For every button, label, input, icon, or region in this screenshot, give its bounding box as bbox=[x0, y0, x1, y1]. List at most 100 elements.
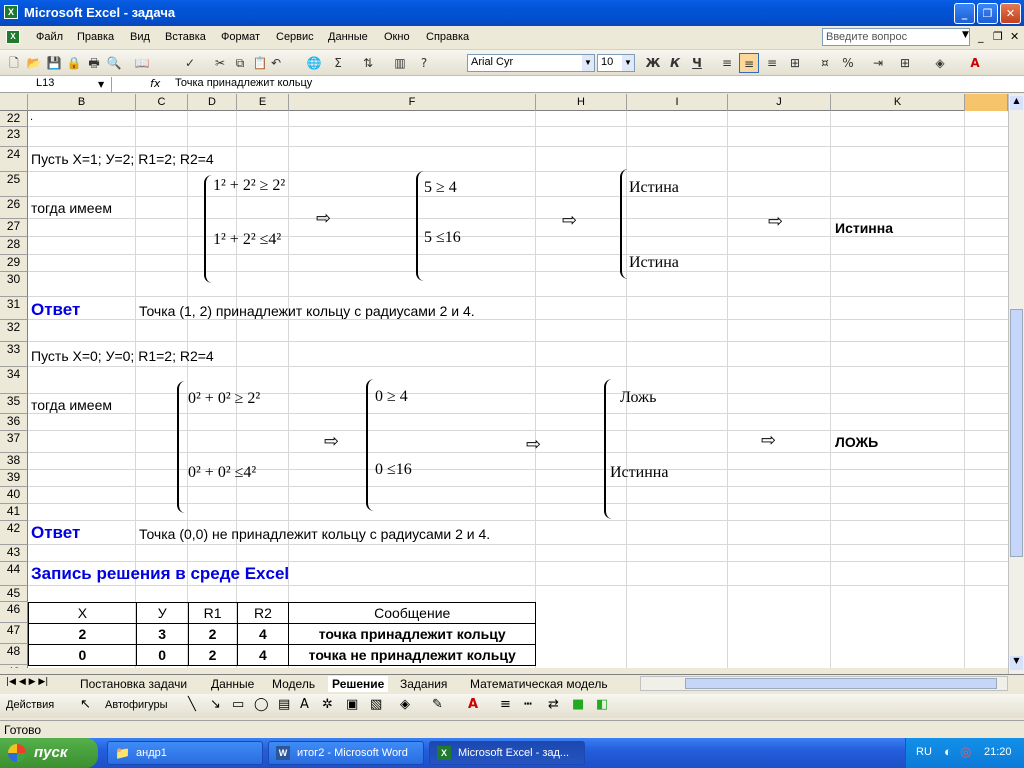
row-header[interactable]: 41 bbox=[0, 504, 28, 521]
task-word[interactable]: W итог2 - Microsoft Word bbox=[268, 741, 424, 765]
row-header[interactable]: 36 bbox=[0, 414, 28, 431]
ask-question-input[interactable]: Введите вопрос bbox=[822, 28, 970, 46]
font-size-combo[interactable]: 10 ▼ bbox=[597, 54, 635, 72]
row-header[interactable]: 32 bbox=[0, 320, 28, 342]
column-header[interactable]: F bbox=[289, 94, 536, 111]
line-color-icon[interactable]: ✎ bbox=[432, 697, 443, 712]
column-header[interactable]: H bbox=[536, 94, 627, 111]
column-header[interactable]: E bbox=[237, 94, 289, 111]
function-icon[interactable]: fx bbox=[150, 77, 160, 90]
table-header[interactable]: У bbox=[135, 602, 189, 624]
row-header[interactable]: 40 bbox=[0, 487, 28, 504]
table-cell[interactable]: точка принадлежит кольцу bbox=[288, 623, 536, 645]
fill-color-icon[interactable]: ◈ bbox=[930, 53, 950, 73]
percent-icon[interactable]: % bbox=[838, 53, 858, 73]
align-right-icon[interactable]: ≡ bbox=[762, 53, 782, 73]
help-icon[interactable]: ? bbox=[414, 53, 434, 73]
select-all-corner[interactable] bbox=[0, 94, 28, 111]
column-header[interactable]: K bbox=[831, 94, 965, 111]
horizontal-scrollbar[interactable] bbox=[640, 676, 1008, 691]
select-pointer-icon[interactable]: ↖ bbox=[80, 697, 91, 712]
print-icon[interactable]: 🖶 bbox=[84, 53, 104, 73]
table-cell[interactable]: 0 bbox=[135, 644, 189, 666]
line-icon[interactable]: ╲ bbox=[188, 697, 196, 712]
row-header[interactable]: 24 bbox=[0, 147, 28, 172]
clipart-icon[interactable]: ▣ bbox=[346, 697, 358, 712]
minimize-button[interactable]: _ bbox=[954, 3, 975, 24]
row-header[interactable]: 29 bbox=[0, 255, 28, 272]
column-header[interactable]: J bbox=[728, 94, 831, 111]
table-header[interactable]: X bbox=[28, 602, 137, 624]
fill-color-icon[interactable]: ◈ bbox=[400, 697, 410, 712]
row-header[interactable]: 33 bbox=[0, 342, 28, 367]
table-cell[interactable]: точка не принадлежит кольцу bbox=[288, 644, 536, 666]
spelling-icon[interactable]: ✓ bbox=[180, 53, 200, 73]
chart-wizard-icon[interactable]: ▥ bbox=[390, 53, 410, 73]
wordart-icon[interactable]: A bbox=[300, 697, 309, 712]
scroll-down-icon[interactable]: ▼ bbox=[1010, 656, 1023, 670]
permission-icon[interactable]: 🔒 bbox=[64, 53, 84, 73]
textbox-icon[interactable]: ▤ bbox=[278, 697, 290, 712]
research-icon[interactable]: 📖 bbox=[132, 53, 152, 73]
tab-solution[interactable]: Решение bbox=[328, 676, 389, 692]
tab-tasks[interactable]: Задания bbox=[396, 676, 451, 692]
row-header[interactable]: 49 bbox=[0, 665, 28, 668]
bold-icon[interactable]: Ж bbox=[643, 53, 663, 73]
merge-center-icon[interactable]: ⊞ bbox=[785, 53, 805, 73]
scroll-up-icon[interactable]: ▲ bbox=[1010, 96, 1023, 110]
row-header[interactable]: 45 bbox=[0, 586, 28, 602]
task-excel[interactable]: X Microsoft Excel - зад... bbox=[429, 741, 585, 765]
tab-problem[interactable]: Постановка задачи bbox=[76, 676, 191, 692]
row-header[interactable]: 28 bbox=[0, 237, 28, 255]
font-name-combo[interactable]: Arial Cyr ▼ bbox=[467, 54, 595, 72]
antivirus-icon[interactable]: ◎ bbox=[960, 744, 971, 760]
menu-file[interactable]: Файл bbox=[36, 31, 63, 43]
currency-icon[interactable]: ¤ bbox=[815, 53, 835, 73]
column-header[interactable]: D bbox=[188, 94, 237, 111]
arrow-icon[interactable]: ↘ bbox=[210, 697, 221, 712]
sort-icon[interactable]: ⇅ bbox=[358, 53, 378, 73]
open-icon[interactable]: 📂 bbox=[24, 53, 44, 73]
menu-help[interactable]: Справка bbox=[426, 31, 469, 43]
row-header[interactable]: 37 bbox=[0, 431, 28, 453]
row-header[interactable]: 30 bbox=[0, 272, 28, 297]
restore-button[interactable]: ❐ bbox=[977, 3, 998, 24]
tab-model[interactable]: Модель bbox=[268, 676, 319, 692]
hyperlink-icon[interactable]: 🌐 bbox=[304, 53, 324, 73]
column-header[interactable]: B bbox=[28, 94, 136, 111]
arrow-style-icon[interactable]: ⇄ bbox=[548, 697, 559, 712]
doc-restore-button[interactable]: ❐ bbox=[993, 30, 1003, 43]
row-header[interactable]: 31 bbox=[0, 297, 28, 320]
doc-minimize-button[interactable]: _ bbox=[978, 30, 984, 43]
workbook-icon[interactable]: X bbox=[6, 30, 20, 44]
menu-insert[interactable]: Вставка bbox=[165, 31, 206, 43]
shadow-icon[interactable]: ■ bbox=[572, 697, 584, 712]
align-center-icon[interactable]: ≡ bbox=[739, 53, 759, 73]
column-header-partial[interactable] bbox=[965, 94, 1008, 111]
table-cell[interactable]: 4 bbox=[236, 644, 290, 666]
table-cell[interactable]: 2 bbox=[187, 623, 238, 645]
dash-style-icon[interactable]: ┅ bbox=[524, 697, 532, 712]
new-icon[interactable]: 🗋 bbox=[4, 53, 24, 73]
table-cell[interactable]: 2 bbox=[28, 623, 137, 645]
table-cell[interactable]: 4 bbox=[236, 623, 290, 645]
language-indicator[interactable]: RU bbox=[916, 746, 932, 758]
row-header[interactable]: 34 bbox=[0, 367, 28, 394]
font-color-icon[interactable]: A bbox=[965, 53, 985, 73]
table-cell[interactable]: 2 bbox=[187, 644, 238, 666]
doc-close-button[interactable]: ✕ bbox=[1010, 30, 1019, 43]
menu-view[interactable]: Вид bbox=[130, 31, 150, 43]
underline-icon[interactable]: Ч bbox=[687, 53, 707, 73]
oval-icon[interactable]: ◯ bbox=[254, 697, 269, 712]
italic-icon[interactable]: К bbox=[665, 53, 685, 73]
worksheet-grid[interactable]: 22 23 24 25 26 27 28 29 30 31 32 33 34 3… bbox=[0, 111, 1008, 668]
indent-icon[interactable]: ⇥ bbox=[868, 53, 888, 73]
column-header[interactable]: I bbox=[627, 94, 728, 111]
row-header[interactable]: 39 bbox=[0, 470, 28, 487]
row-header[interactable]: 42 bbox=[0, 521, 28, 545]
row-header[interactable]: 43 bbox=[0, 545, 28, 562]
align-left-icon[interactable]: ≡ bbox=[717, 53, 737, 73]
cut-icon[interactable]: ✂ bbox=[210, 53, 230, 73]
task-folder[interactable]: 📁 андр1 bbox=[107, 741, 263, 765]
table-header[interactable]: R2 bbox=[236, 602, 290, 624]
